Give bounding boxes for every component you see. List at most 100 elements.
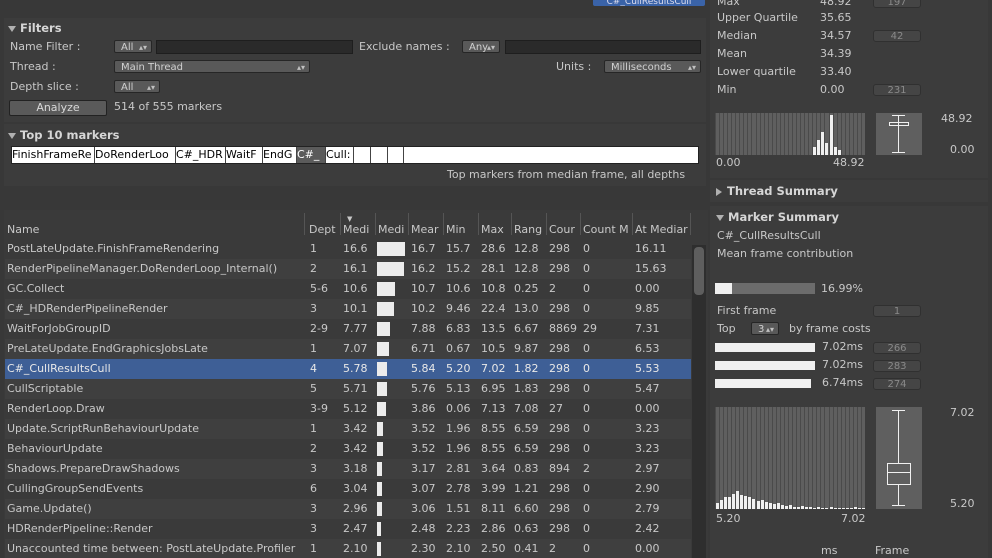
col-header-mean[interactable]: Mear <box>409 213 444 235</box>
top-label: Top <box>717 322 736 335</box>
col-header-min[interactable]: Min <box>444 213 479 235</box>
cell-min: 1.51 <box>446 502 471 515</box>
name-filter-dropdown[interactable]: All ▴▾ <box>114 40 152 53</box>
cell-count-m: 0 <box>583 442 590 455</box>
table-row[interactable]: GC.Collect 5-6 10.6 10.7 10.6 10.8 0.25 2 0 0.00 <box>5 279 691 299</box>
col-header-at-median[interactable]: At Mediar <box>633 213 691 235</box>
table-row[interactable]: CullScriptable 5 5.71 5.76 5.13 6.95 1.83 298 0 5… <box>5 379 691 399</box>
top-frame-bar <box>715 379 811 388</box>
col-header-name[interactable]: Name <box>5 213 305 235</box>
table-row[interactable]: RenderLoop.Draw 3-9 5.12 3.86 0.06 7.13 7.08 27… <box>5 399 691 419</box>
table-row[interactable]: Shadows.PrepareDrawShadows 3 3.18 3.17 2.81 3… <box>5 459 691 479</box>
top-marker-segment[interactable] <box>354 147 371 163</box>
table-row[interactable]: PostLateUpdate.FinishFrameRendering 1 16.6… <box>5 239 691 259</box>
cell-depth: 5-6 <box>310 282 328 295</box>
median-frame-button[interactable]: 42 <box>873 30 921 42</box>
cell-count: 298 <box>549 422 570 435</box>
top-frame-ms: 6.74ms <box>822 376 863 389</box>
header-link[interactable]: C#_CullResultsCull <box>593 0 705 6</box>
cell-max: 7.02 <box>481 362 506 375</box>
top-marker-segment[interactable]: WaitF <box>226 147 263 163</box>
units-dropdown[interactable]: Milliseconds ▴▾ <box>604 60 701 73</box>
col-header-count-median[interactable]: Count M <box>581 213 633 235</box>
cell-count: 27 <box>549 402 563 415</box>
table-row[interactable]: BehaviourUpdate 2 3.42 3.52 1.96 8.55 6.59 298 0… <box>5 439 691 459</box>
marker-summary-header[interactable]: Marker Summary <box>716 210 839 224</box>
hist-gap <box>804 407 805 509</box>
filters-header[interactable]: Filters <box>8 21 62 35</box>
thread-summary-title: Thread Summary <box>727 184 838 198</box>
min-frame-button[interactable]: 231 <box>873 84 921 96</box>
cell-min: 2.10 <box>446 542 471 555</box>
updown-icon: ▴▾ <box>138 43 147 52</box>
cell-range: 13.0 <box>514 302 539 315</box>
top-frame-button[interactable]: 283 <box>873 360 921 372</box>
top-marker-segment[interactable]: EndG <box>263 147 297 163</box>
col-header-count[interactable]: Cour <box>547 213 581 235</box>
col-header-median-bar[interactable]: Medi <box>376 213 409 235</box>
stat-lq-label: Lower quartile <box>717 65 796 78</box>
top-marker-segment[interactable]: FinishFrameRe <box>12 147 95 163</box>
cell-count: 298 <box>549 482 570 495</box>
top-marker-segment-selected[interactable]: C#_ <box>297 147 326 163</box>
thread-dropdown[interactable]: Main Thread ▴▾ <box>114 60 310 73</box>
scrollbar-thumb[interactable] <box>694 247 704 295</box>
table-row[interactable]: Game.Update() 3 2.96 3.06 1.51 8.11 6.60 298 0 2.… <box>5 499 691 519</box>
cell-count-m: 0 <box>583 362 590 375</box>
cell-min: 15.7 <box>446 242 471 255</box>
first-frame-button[interactable]: 1 <box>873 305 921 317</box>
cell-range: 0.25 <box>514 282 539 295</box>
table-scrollbar[interactable] <box>692 245 706 558</box>
thread-summary-header[interactable]: Thread Summary <box>716 184 838 198</box>
top-frame-button[interactable]: 266 <box>873 342 921 354</box>
name-filter-input[interactable] <box>156 40 353 54</box>
cell-depth: 2 <box>310 442 317 455</box>
cell-mean: 2.30 <box>411 542 436 555</box>
median-bar <box>377 322 390 336</box>
table-row[interactable]: C#_CullResultsCull 4 5.78 5.84 5.20 7.02 1.82 2… <box>5 359 691 379</box>
col-header-range[interactable]: Rang <box>512 213 547 235</box>
hist-gap <box>768 407 769 509</box>
col-header-max[interactable]: Max <box>479 213 512 235</box>
cell-max: 8.11 <box>481 502 506 515</box>
col-header-depth[interactable]: Dept <box>307 213 341 235</box>
table-row[interactable]: PreLateUpdate.EndGraphicsJobsLate 1 7.07 6.… <box>5 339 691 359</box>
cell-max: 3.99 <box>481 482 506 495</box>
table-row[interactable]: Unaccounted time between: PostLateUpdate… <box>5 539 691 558</box>
table-row[interactable]: C#_HDRenderPipelineRender 3 10.1 10.2 9.46 22… <box>5 299 691 319</box>
exclude-dropdown[interactable]: Any ▴▾ <box>462 40 500 53</box>
stat-mean-value: 34.39 <box>820 47 852 60</box>
top-marker-segment[interactable] <box>388 147 404 163</box>
top-marker-segment[interactable]: C#_HDR <box>176 147 226 163</box>
top-count-dropdown[interactable]: 3 ▴▾ <box>751 322 779 335</box>
col-header-median[interactable]: Medi ▼ <box>341 213 376 235</box>
analyze-button[interactable]: Analyze <box>9 100 107 116</box>
hist-gap <box>715 113 716 155</box>
depth-slice-dropdown[interactable]: All ▴▾ <box>114 80 160 93</box>
median-bar <box>377 482 382 496</box>
cell-at-median: 3.23 <box>635 422 660 435</box>
cell-range: 1.21 <box>514 482 539 495</box>
top-frame-button[interactable]: 274 <box>873 378 921 390</box>
marker-summary-title: Marker Summary <box>728 210 840 224</box>
top-markers-header[interactable]: Top 10 markers <box>8 128 120 142</box>
table-row[interactable]: HDRenderPipeline::Render 3 2.47 2.48 2.23 2.8… <box>5 519 691 539</box>
table-row[interactable]: Update.ScriptRunBehaviourUpdate 1 3.42 3.52… <box>5 419 691 439</box>
cell-count-m: 0 <box>583 422 590 435</box>
table-row[interactable]: WaitForJobGroupID 2-9 7.77 7.88 6.83 13.5 6.67… <box>5 319 691 339</box>
collapse-icon <box>8 25 16 32</box>
filters-panel: Filters <box>4 18 706 122</box>
exclude-names-input[interactable] <box>505 40 701 54</box>
cell-count-m: 0 <box>583 542 590 555</box>
top-marker-segment[interactable]: DoRenderLoo <box>95 147 176 163</box>
cell-range: 0.41 <box>514 542 539 555</box>
hist-gap <box>776 407 777 509</box>
table-row[interactable]: RenderPipelineManager.DoRenderLoop_Inter… <box>5 259 691 279</box>
top-markers-title: Top 10 markers <box>20 128 120 142</box>
cell-name: BehaviourUpdate <box>7 442 103 455</box>
max-frame-button[interactable]: 197 <box>873 0 921 8</box>
cell-min: 5.20 <box>446 362 471 375</box>
top-marker-segment[interactable]: Cull: <box>326 147 354 163</box>
table-row[interactable]: CullingGroupSendEvents 6 3.04 3.07 2.78 3.99 1… <box>5 479 691 499</box>
top-marker-segment[interactable] <box>371 147 388 163</box>
